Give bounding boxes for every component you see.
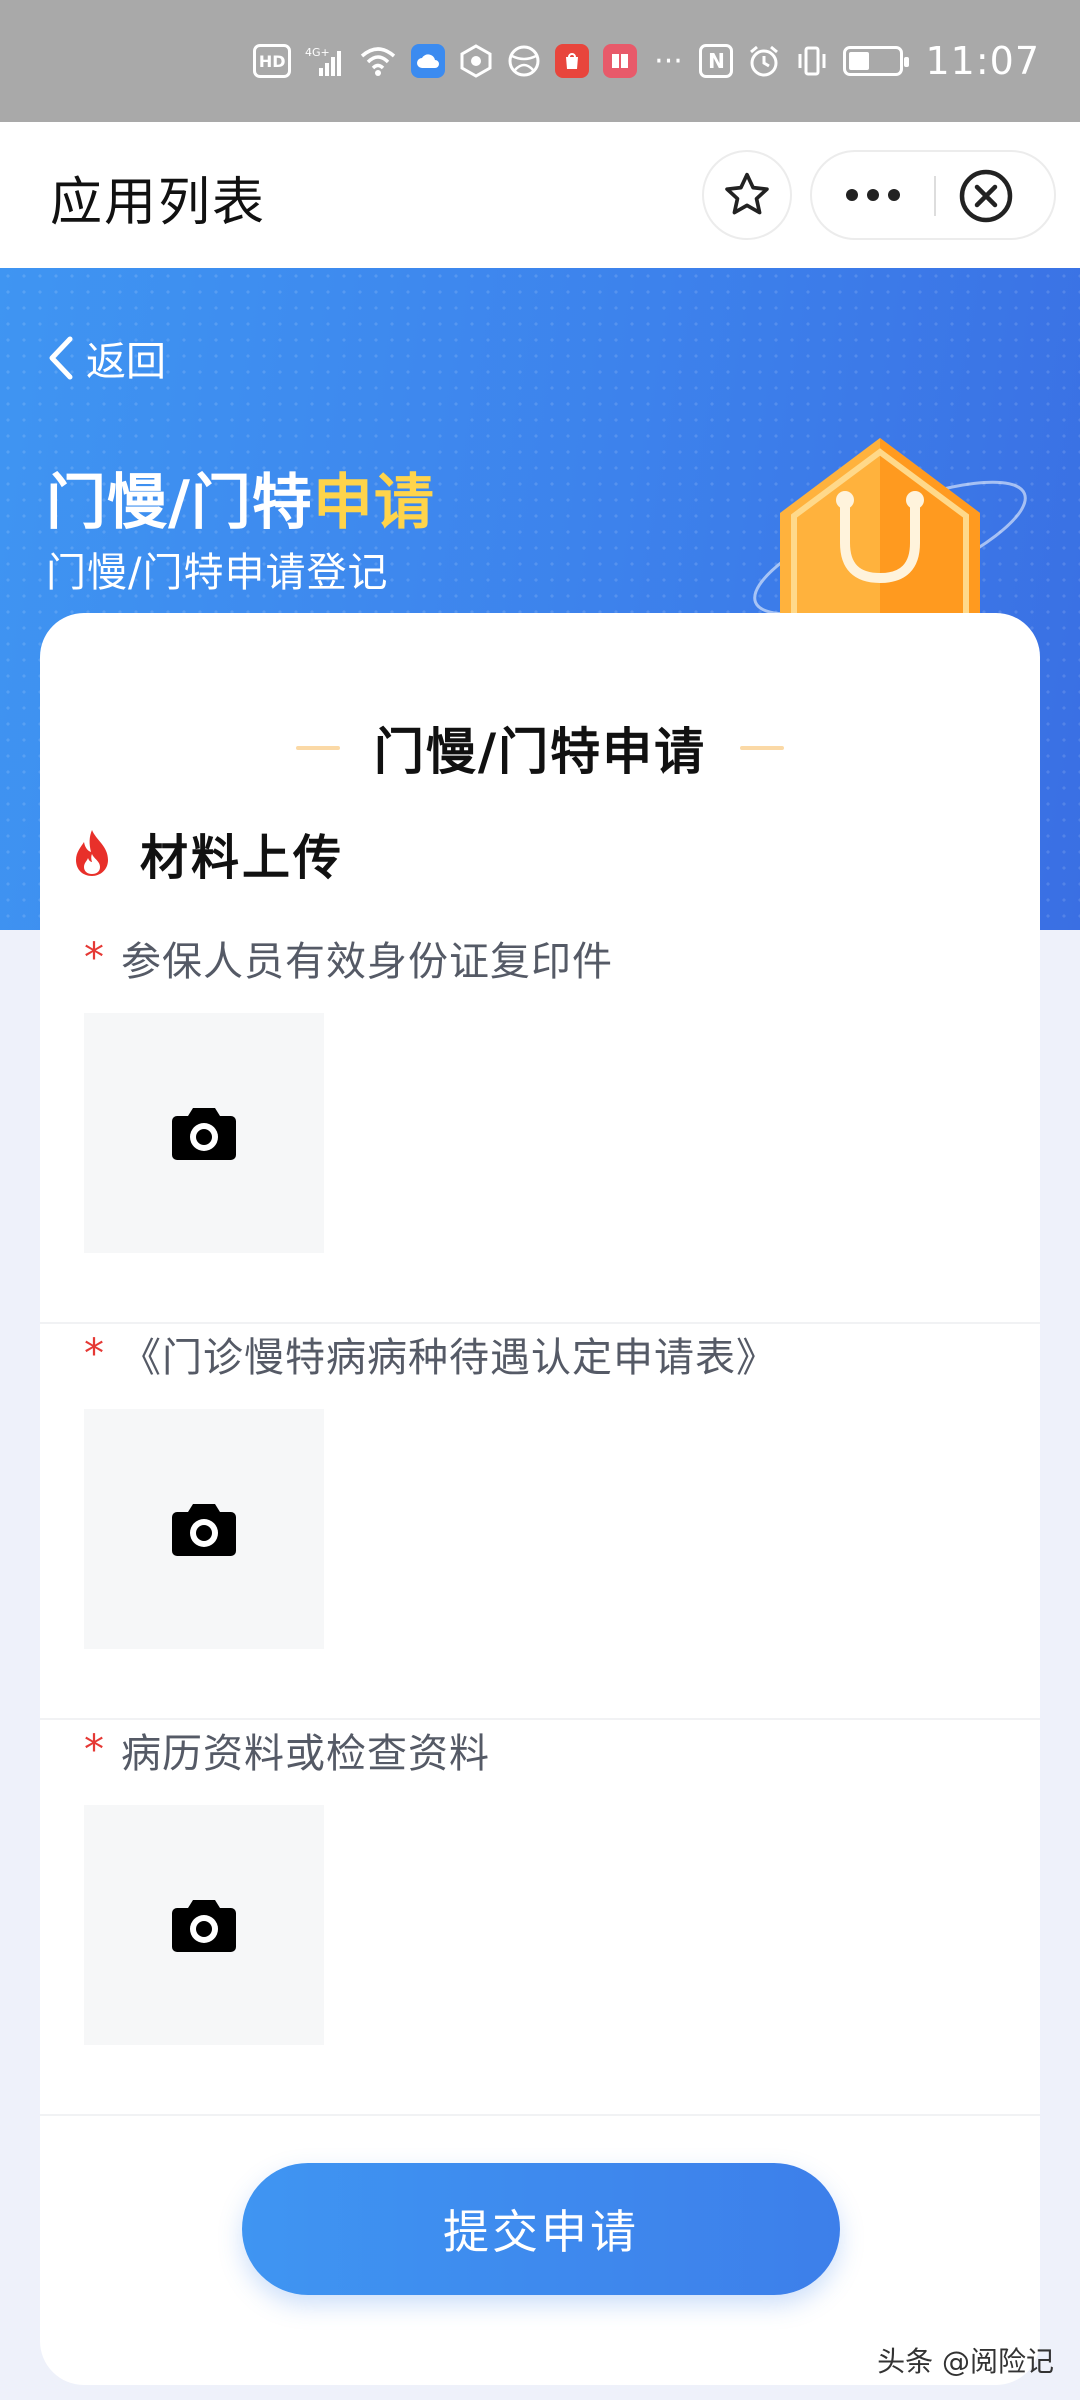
page-title-main: 门慢/门特 xyxy=(46,468,313,538)
page-title: 门慢/门特申请 xyxy=(46,454,435,541)
camera-icon xyxy=(172,1108,236,1160)
vibrate-icon xyxy=(795,44,829,78)
required-asterisk: * xyxy=(84,1727,105,1773)
application-card: 门慢/门特申请 材料上传 * 参保人员有效身份证复印件 * 《门诊慢特病病种待遇… xyxy=(40,613,1040,2385)
back-label: 返回 xyxy=(86,339,166,385)
ball-app-icon xyxy=(507,44,541,78)
more-icon xyxy=(846,189,858,201)
favorite-button[interactable] xyxy=(702,150,792,240)
nfc-icon: N xyxy=(699,44,734,78)
status-time: 11:07 xyxy=(925,39,1040,83)
more-icon-dot xyxy=(888,189,900,201)
mini-app-nav-bar: 应用列表 xyxy=(0,122,1080,268)
upload-label: * 《门诊慢特病病种待遇认定申请表》 xyxy=(84,1324,777,1384)
section-title: 材料上传 xyxy=(140,830,345,886)
section-header: 材料上传 xyxy=(70,818,344,888)
nav-title: 应用列表 xyxy=(50,173,267,233)
upload-item-application-form: * 《门诊慢特病病种待遇认定申请表》 xyxy=(40,1324,1040,1720)
close-circle-icon xyxy=(959,169,1013,223)
required-asterisk: * xyxy=(84,1331,105,1377)
svg-text:4G+: 4G+ xyxy=(305,46,330,59)
camera-icon xyxy=(172,1900,236,1952)
camera-icon xyxy=(172,1504,236,1556)
signal-icon: 4G+ xyxy=(305,44,345,78)
upload-label: * 病历资料或检查资料 xyxy=(84,1720,490,1780)
upload-item-id-copy: * 参保人员有效身份证复印件 xyxy=(40,928,1040,1324)
required-asterisk: * xyxy=(84,935,105,981)
back-chevron-icon xyxy=(49,336,73,380)
title-dash-right xyxy=(740,746,785,750)
card-title-row: 门慢/门特申请 xyxy=(40,713,1040,783)
photo-upload-button[interactable] xyxy=(84,1013,324,1253)
huawei-store-icon xyxy=(555,44,590,78)
status-bar: HD 4G+ ··· N 11:07 xyxy=(0,0,1080,122)
submit-application-button[interactable]: 提交申请 xyxy=(242,2163,840,2295)
star-icon xyxy=(725,172,769,215)
upload-label-text: 参保人员有效身份证复印件 xyxy=(121,939,613,985)
upload-item-medical-records: * 病历资料或检查资料 xyxy=(40,1720,1040,2116)
flame-icon xyxy=(76,830,108,876)
upload-label-text: 《门诊慢特病病种待遇认定申请表》 xyxy=(121,1335,777,1381)
back-button[interactable]: 返回 xyxy=(44,328,166,388)
watermark: 头条 @阅险记 xyxy=(877,2345,1054,2378)
page-title-highlight: 申请 xyxy=(312,468,435,538)
more-icon-dot xyxy=(867,189,879,201)
hd-icon: HD xyxy=(252,44,292,78)
cloud-app-icon xyxy=(411,44,446,78)
capsule-divider xyxy=(934,176,936,216)
more-button[interactable] xyxy=(812,152,934,238)
close-button[interactable] xyxy=(958,168,1014,224)
alarm-icon xyxy=(747,44,781,78)
photo-upload-button[interactable] xyxy=(84,1409,324,1649)
overflow-icon: ··· xyxy=(654,43,683,79)
photo-upload-button[interactable] xyxy=(84,1805,324,2045)
wifi-icon xyxy=(359,44,397,78)
book-app-icon xyxy=(603,44,638,78)
upload-label-text: 病历资料或检查资料 xyxy=(121,1731,490,1777)
card-title: 门慢/门特申请 xyxy=(373,723,707,781)
upload-label: * 参保人员有效身份证复印件 xyxy=(84,928,613,988)
hex-app-icon xyxy=(459,44,493,78)
battery-icon xyxy=(843,46,910,76)
capsule-menu xyxy=(810,150,1056,240)
title-dash-left xyxy=(295,746,340,750)
page-subtitle: 门慢/门特申请登记 xyxy=(46,550,389,596)
